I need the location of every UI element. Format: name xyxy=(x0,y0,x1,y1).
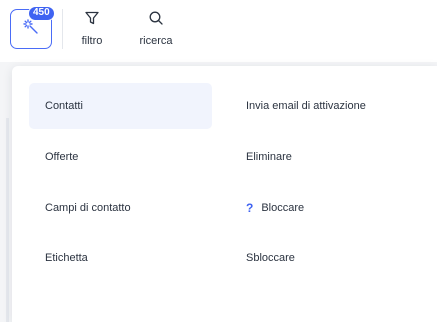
question-icon: ? xyxy=(246,201,254,215)
menu-item-label: Invia email di attivazione xyxy=(246,100,366,112)
menu-item-bloccare[interactable]: ? Bloccare xyxy=(230,185,430,231)
menu-item-contatti[interactable]: Contatti xyxy=(29,83,212,129)
content-edge xyxy=(6,118,9,322)
search-icon xyxy=(148,10,164,31)
menu-item-label: Offerte xyxy=(45,151,79,163)
menu-item-eliminare[interactable]: Eliminare xyxy=(230,134,430,180)
selection-count-badge: 450 xyxy=(28,6,55,21)
menu-item-label: Sbloccare xyxy=(246,252,295,264)
menu-item-label: Bloccare xyxy=(261,202,305,214)
menu-item-etichetta[interactable]: Etichetta xyxy=(29,235,212,281)
toolbar: 450 filtro ricerca xyxy=(0,0,437,62)
menu-item-sbloccare[interactable]: Sbloccare xyxy=(230,235,430,281)
menu-item-invia-email-attivazione[interactable]: Invia email di attivazione xyxy=(230,83,430,129)
toolbar-divider xyxy=(62,9,63,49)
menu-item-offerte[interactable]: Offerte xyxy=(29,134,212,180)
menu-item-label: Campi di contatto xyxy=(45,202,131,214)
menu-item-campi-di-contatto[interactable]: Campi di contatto xyxy=(29,185,212,231)
filter-label: filtro xyxy=(81,35,103,47)
filter-icon xyxy=(84,10,100,31)
menu-item-label: Contatti xyxy=(45,100,83,112)
menu-item-label: Eliminare xyxy=(246,151,292,163)
page: 450 filtro ricerca Contatti Offerte Camp… xyxy=(0,0,437,322)
filter-button[interactable]: filtro xyxy=(78,10,106,50)
search-button[interactable]: ricerca xyxy=(136,10,176,50)
actions-dropdown: Contatti Offerte Campi di contatto Etich… xyxy=(12,66,437,322)
search-label: ricerca xyxy=(139,35,173,47)
menu-item-label: Etichetta xyxy=(45,252,88,264)
